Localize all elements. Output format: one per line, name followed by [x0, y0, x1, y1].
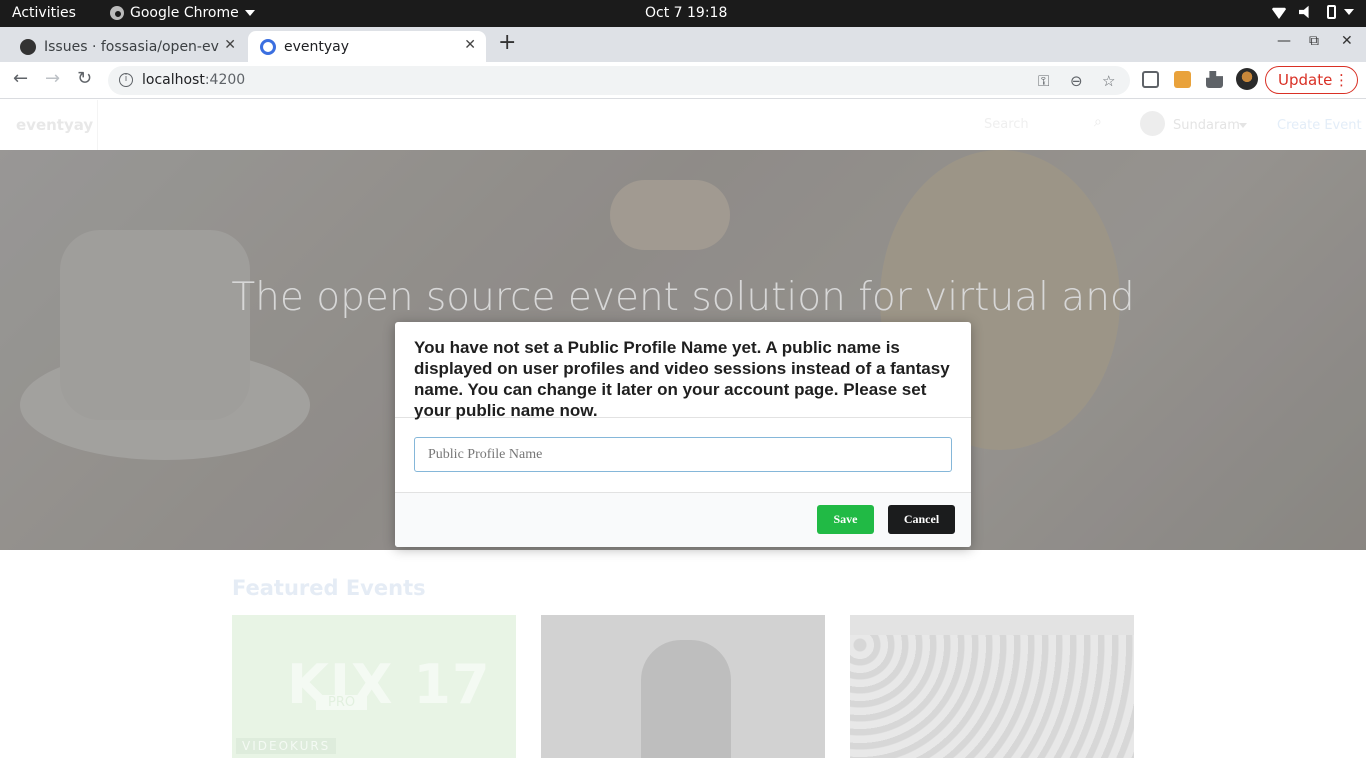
restore-icon[interactable]: ⧉ — [1309, 33, 1319, 49]
cast-icon[interactable] — [1174, 71, 1191, 88]
chrome-icon — [110, 6, 124, 20]
tab-github-issues[interactable]: Issues · fossasia/open-event-frontend ✕ — [8, 31, 246, 62]
tab-eventyay[interactable]: eventyay ✕ — [248, 31, 486, 62]
github-icon — [20, 38, 36, 55]
public-profile-name-input[interactable] — [414, 437, 952, 472]
activities-button[interactable]: Activities — [12, 5, 76, 21]
key-icon[interactable]: ⚿ — [1038, 72, 1049, 90]
zoom-icon[interactable]: ⊖ — [1070, 72, 1083, 90]
minimize-icon[interactable]: — — [1277, 33, 1291, 49]
window-close-icon[interactable]: ✕ — [1341, 33, 1353, 49]
modal-content — [395, 418, 971, 492]
app-menu-label: Google Chrome — [130, 5, 239, 21]
forward-arrow-icon[interactable]: → — [45, 68, 60, 89]
reload-icon[interactable]: ↻ — [77, 68, 92, 89]
cancel-button[interactable]: Cancel — [888, 505, 955, 534]
system-top-bar: Activities Google Chrome Oct 7 19:18 — [0, 0, 1366, 27]
save-button[interactable]: Save — [817, 505, 874, 534]
modal-actions: Save Cancel — [395, 492, 971, 547]
tab-strip: Issues · fossasia/open-event-frontend ✕ … — [0, 27, 1366, 62]
eventyay-favicon-icon — [260, 38, 276, 55]
wifi-icon — [1271, 7, 1287, 19]
tab-title: Issues · fossasia/open-event-frontend — [44, 38, 219, 55]
new-tab-button[interactable]: + — [498, 30, 516, 55]
battery-icon — [1327, 5, 1336, 19]
info-icon[interactable]: i — [119, 73, 133, 87]
clock[interactable]: Oct 7 19:18 — [645, 5, 727, 21]
app-menu[interactable]: Google Chrome — [110, 5, 255, 21]
public-name-modal: You have not set a Public Profile Name y… — [395, 322, 971, 547]
address-bar[interactable]: i localhost:4200 ⚿ ⊖ ☆ — [108, 66, 1130, 95]
qr-code-icon[interactable] — [1142, 71, 1159, 88]
modal-message: You have not set a Public Profile Name y… — [395, 322, 971, 420]
chevron-down-icon — [1344, 9, 1354, 15]
update-label: Update — [1278, 71, 1333, 89]
star-icon[interactable]: ☆ — [1102, 72, 1115, 90]
back-arrow-icon[interactable]: ← — [13, 68, 28, 89]
system-tray[interactable] — [1271, 5, 1354, 19]
profile-avatar[interactable] — [1236, 68, 1258, 90]
tab-title: eventyay — [284, 38, 350, 55]
chevron-down-icon — [244, 10, 255, 16]
volume-icon — [1299, 5, 1309, 19]
more-vert-icon: ⋮ — [1334, 71, 1349, 89]
close-icon[interactable]: ✕ — [464, 37, 476, 53]
update-button[interactable]: Update ⋮ — [1265, 66, 1358, 94]
close-icon[interactable]: ✕ — [224, 37, 236, 53]
browser-toolbar: ← → ↻ i localhost:4200 ⚿ ⊖ ☆ — [0, 62, 1366, 99]
url-text[interactable]: localhost:4200 — [142, 72, 245, 88]
